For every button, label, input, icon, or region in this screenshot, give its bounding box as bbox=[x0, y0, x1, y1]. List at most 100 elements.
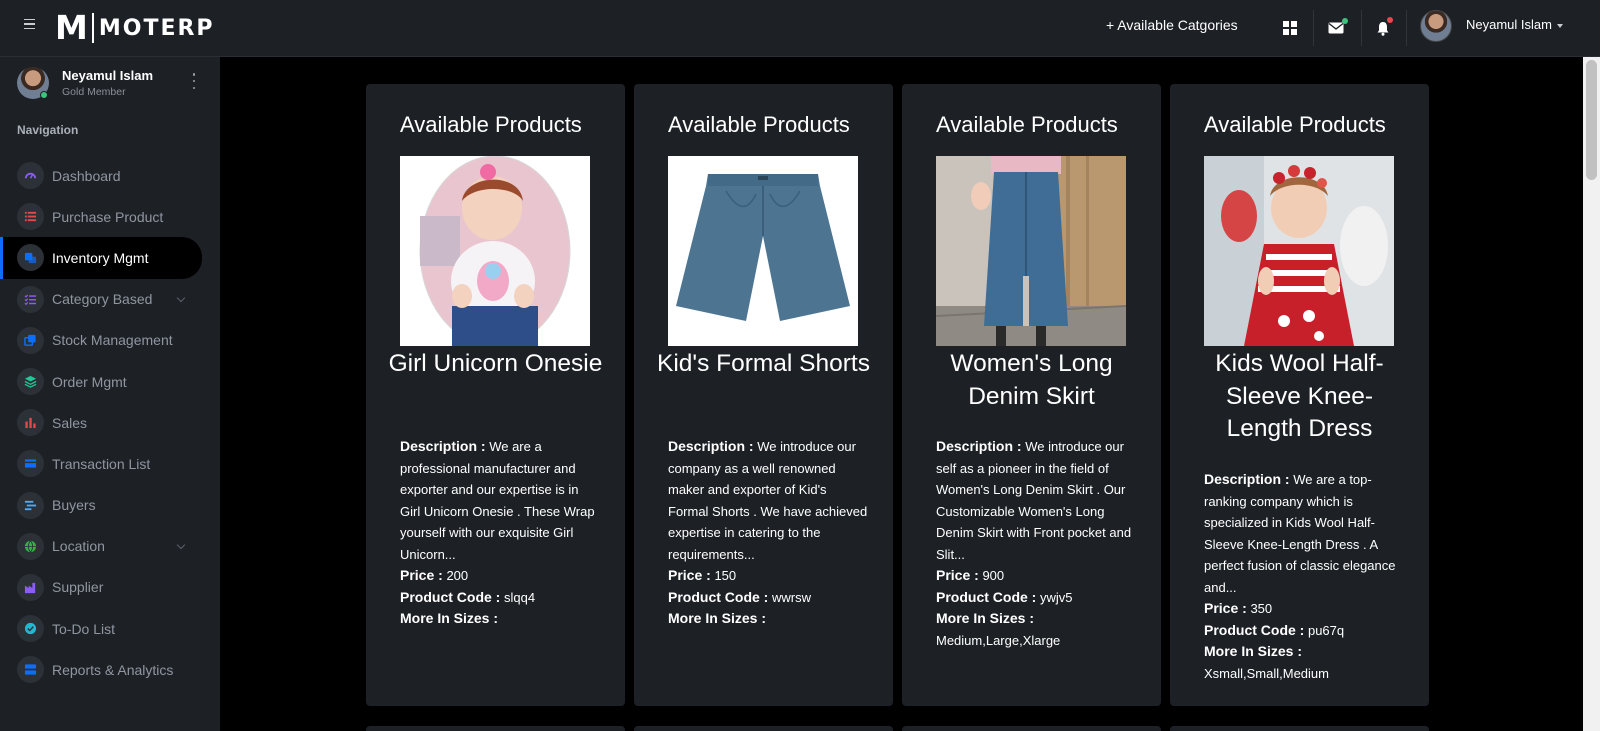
sidebar-item-dashboard[interactable]: Dashboard bbox=[0, 155, 220, 196]
top-navbar: M MOTERP + Available Catgories Neyamul I… bbox=[0, 0, 1600, 57]
product-price-label: Price : bbox=[668, 567, 711, 583]
product-details: Description : We introduce our self as a… bbox=[936, 436, 1136, 651]
app-logo[interactable]: M MOTERP bbox=[55, 11, 215, 45]
product-sizes-row: More In Sizes : bbox=[400, 608, 600, 630]
product-title[interactable]: Kids Wool Half-Sleeve Knee-Length Dress bbox=[1190, 348, 1409, 446]
sidebar-item-label: Reports & Analytics bbox=[52, 661, 174, 678]
header-divider bbox=[1361, 10, 1362, 46]
product-description-label: Description : bbox=[400, 438, 486, 454]
product-details: Description : We are a professional manu… bbox=[400, 436, 600, 630]
gauge-icon bbox=[17, 162, 44, 190]
product-card: Available Products Girl Unicorn Onesie Des… bbox=[366, 84, 625, 706]
product-image[interactable] bbox=[400, 156, 590, 346]
product-code: ywjv5 bbox=[1039, 589, 1073, 605]
product-code-label: Product Code : bbox=[668, 588, 769, 605]
filter-icon bbox=[17, 491, 44, 519]
product-price-row: Price : 350 bbox=[1204, 598, 1404, 620]
product-sizes-label: More In Sizes : bbox=[1204, 643, 1303, 659]
card-heading: Available Products bbox=[1204, 112, 1386, 137]
nav-heading: Navigation bbox=[17, 123, 79, 137]
product-details: Description : We are a top-ranking compa… bbox=[1204, 469, 1404, 684]
sidebar-item-inventory-mgmt[interactable]: Inventory Mgmt bbox=[0, 237, 202, 279]
product-price: 350 bbox=[1250, 601, 1273, 616]
sidebar-item-sales[interactable]: Sales bbox=[0, 402, 220, 443]
product-description-label: Description : bbox=[1204, 471, 1290, 487]
sidebar-item-category-based[interactable]: Category Based bbox=[0, 279, 220, 320]
sidebar-item-label: Dashboard bbox=[52, 167, 121, 184]
product-price-label: Price : bbox=[936, 567, 979, 583]
product-image[interactable] bbox=[668, 156, 858, 346]
product-code: wwrsw bbox=[771, 589, 811, 605]
product-image[interactable] bbox=[936, 156, 1126, 346]
bell-icon[interactable] bbox=[1369, 14, 1397, 42]
user-menu[interactable]: Neyamul Islam bbox=[1466, 17, 1563, 32]
product-price-label: Price : bbox=[1204, 600, 1247, 616]
sidebar-item-label: Purchase Product bbox=[52, 208, 164, 225]
notification-dot bbox=[1387, 17, 1393, 23]
product-title[interactable]: Girl Unicorn Onesie bbox=[386, 348, 605, 381]
product-description-row: Description : We are a professional manu… bbox=[400, 436, 600, 565]
product-sizes-label: More In Sizes : bbox=[668, 610, 767, 626]
product-title[interactable]: Women's Long Denim Skirt bbox=[922, 348, 1141, 413]
header-divider bbox=[1406, 10, 1407, 46]
product-card bbox=[902, 726, 1161, 731]
product-price-row: Price : 200 bbox=[400, 565, 600, 587]
more-options-icon[interactable] bbox=[191, 73, 197, 89]
avatar[interactable] bbox=[1420, 10, 1452, 42]
sidebar-item-stock-management[interactable]: Stock Management bbox=[0, 320, 220, 361]
sidebar-item-transaction-list[interactable]: Transaction List bbox=[0, 443, 220, 484]
product-card: Available Products Kid's Formal Shorts Des… bbox=[634, 84, 893, 706]
chevron-down-icon bbox=[1556, 23, 1563, 28]
product-code: pu67q bbox=[1307, 622, 1345, 638]
product-description-row: Description : We introduce our company a… bbox=[668, 436, 868, 565]
chevron-down-icon bbox=[176, 540, 186, 549]
product-price-label: Price : bbox=[400, 567, 443, 583]
card-heading: Available Products bbox=[400, 112, 582, 137]
mail-status-dot bbox=[1342, 18, 1348, 24]
sidebar-item-label: To-Do List bbox=[52, 620, 116, 637]
sidebar-item-reports-analytics[interactable]: Reports & Analytics bbox=[0, 649, 220, 690]
product-details: Description : We introduce our company a… bbox=[668, 436, 868, 630]
available-categories-link[interactable]: + Available Catgories bbox=[1106, 17, 1238, 33]
list-icon bbox=[17, 203, 44, 231]
product-sizes-label: More In Sizes : bbox=[400, 610, 499, 626]
sidebar-item-buyers[interactable]: Buyers bbox=[0, 485, 220, 526]
logo-divider bbox=[91, 13, 94, 43]
mail-icon[interactable] bbox=[1322, 14, 1350, 42]
product-price: 900 bbox=[982, 568, 1005, 583]
product-title[interactable]: Kid's Formal Shorts bbox=[654, 348, 873, 381]
main-content: Available Products Girl Unicorn Onesie Des… bbox=[220, 57, 1583, 731]
menu-toggle-icon[interactable] bbox=[24, 17, 38, 31]
product-sizes-label: More In Sizes : bbox=[936, 610, 1035, 626]
sidebar-item-order-mgmt[interactable]: Order Mgmt bbox=[0, 361, 220, 402]
product-image[interactable] bbox=[1204, 156, 1394, 346]
product-price: 200 bbox=[446, 568, 469, 583]
bar-chart-icon bbox=[17, 409, 44, 437]
product-code-label: Product Code : bbox=[936, 588, 1037, 605]
sidebar-item-supplier[interactable]: Supplier bbox=[0, 567, 220, 608]
factory-icon bbox=[17, 573, 44, 601]
product-description-row: Description : We are a top-ranking compa… bbox=[1204, 469, 1404, 598]
sidebar-item-label: Supplier bbox=[52, 579, 104, 596]
grid-apps-icon[interactable] bbox=[1276, 14, 1304, 42]
sidebar-item-purchase-product[interactable]: Purchase Product bbox=[0, 196, 220, 237]
sidebar-item-to-do-list[interactable]: To-Do List bbox=[0, 608, 220, 649]
server-icon bbox=[17, 656, 44, 684]
logo-mark: M bbox=[55, 8, 88, 47]
product-description: We are a top-ranking company which is sp… bbox=[1204, 472, 1396, 595]
product-price: 150 bbox=[714, 568, 737, 583]
globe-icon bbox=[17, 532, 44, 560]
product-sizes-row: More In Sizes : Medium,Large,Xlarge bbox=[936, 608, 1136, 651]
scroll-thumb[interactable] bbox=[1586, 60, 1597, 180]
sidebar-item-label: Transaction List bbox=[52, 455, 151, 472]
product-code-row: Product Code : slqq4 bbox=[400, 587, 600, 609]
copy-icon bbox=[17, 326, 44, 354]
card-heading: Available Products bbox=[936, 112, 1118, 137]
sidebar-item-location[interactable]: Location bbox=[0, 526, 220, 567]
product-description-label: Description : bbox=[668, 438, 754, 454]
layers-icon bbox=[17, 368, 44, 396]
sidebar: Neyamul Islam Gold Member Navigation Das… bbox=[0, 57, 220, 731]
sidebar-user-name: Neyamul Islam bbox=[62, 68, 154, 83]
sidebar-item-label: Buyers bbox=[52, 497, 96, 514]
page-scrollbar[interactable] bbox=[1583, 57, 1600, 731]
